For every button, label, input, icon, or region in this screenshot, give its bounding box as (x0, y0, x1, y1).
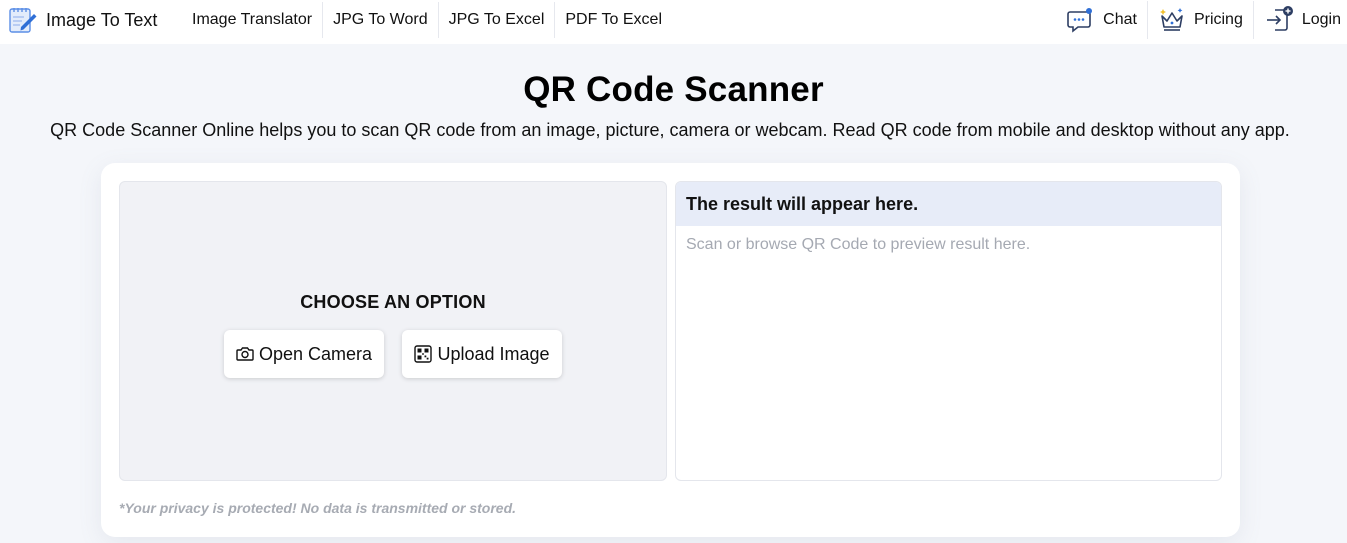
nav-item-pdf-to-excel[interactable]: PDF To Excel (555, 2, 672, 38)
login-link[interactable]: Login (1254, 1, 1347, 39)
open-camera-label: Open Camera (258, 343, 373, 364)
login-icon (1264, 5, 1294, 35)
notepad-pencil-icon (8, 5, 38, 35)
crown-icon (1158, 6, 1186, 34)
top-header: Image To Text Image Translator JPG To Wo… (0, 0, 1347, 44)
upload-image-label: Upload Image (437, 343, 550, 364)
privacy-note: *Your privacy is protected! No data is t… (119, 500, 517, 516)
brand-name: Image To Text (46, 9, 158, 30)
scan-drop-area[interactable]: CHOOSE AN OPTION Open Camera Upload Imag… (119, 181, 667, 481)
chat-button[interactable]: Chat (1057, 1, 1148, 39)
result-panel: The result will appear here. Scan or bro… (675, 181, 1222, 481)
result-header: The result will appear here. (676, 182, 1221, 226)
page-title: QR Code Scanner (523, 70, 824, 109)
page-subtitle: QR Code Scanner Online helps you to scan… (50, 120, 1290, 140)
chat-bubble-icon (1067, 6, 1095, 34)
upload-image-button[interactable]: Upload Image (402, 330, 562, 378)
account-nav: Chat Pricing Login (1057, 0, 1347, 40)
pricing-label: Pricing (1193, 11, 1243, 28)
choose-option-heading: CHOOSE AN OPTION (300, 292, 486, 312)
nav-item-jpg-to-word[interactable]: JPG To Word (323, 2, 439, 38)
qr-code-icon (414, 345, 433, 363)
nav-item-image-translator[interactable]: Image Translator (182, 2, 324, 38)
result-placeholder[interactable]: Scan or browse QR Code to preview result… (676, 226, 1221, 264)
camera-icon (236, 345, 254, 363)
main-nav: Image Translator JPG To Word JPG To Exce… (182, 0, 672, 40)
nav-item-jpg-to-excel[interactable]: JPG To Excel (439, 2, 556, 38)
scanner-card: CHOOSE AN OPTION Open Camera Upload Imag… (101, 163, 1240, 537)
open-camera-button[interactable]: Open Camera (224, 330, 384, 378)
chat-label: Chat (1103, 11, 1137, 28)
brand-logo-link[interactable]: Image To Text (8, 4, 157, 36)
login-label: Login (1301, 11, 1341, 28)
pricing-link[interactable]: Pricing (1148, 1, 1254, 39)
